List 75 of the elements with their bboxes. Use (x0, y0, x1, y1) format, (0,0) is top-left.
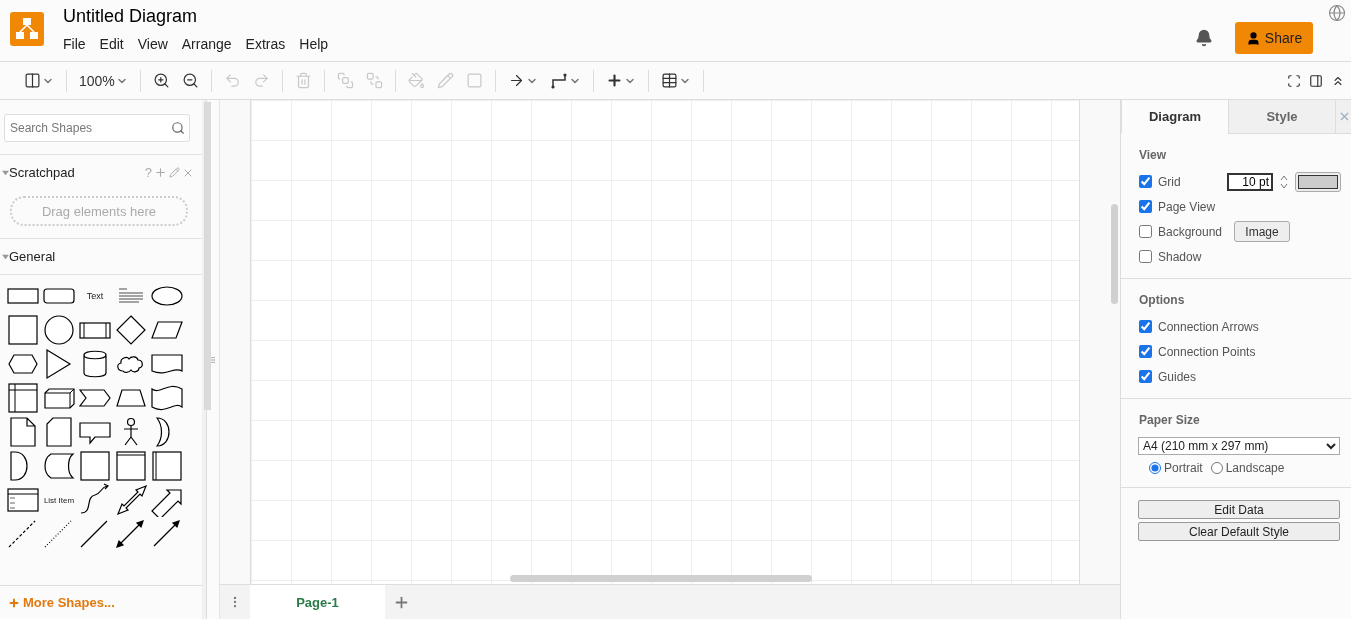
menu-item[interactable]: Arrange (181, 36, 232, 52)
image-button[interactable]: Image (1234, 221, 1290, 242)
section-title: View (1139, 148, 1168, 162)
internal-storage-shape[interactable] (5, 381, 41, 415)
radio-label: Portrait (1164, 461, 1203, 475)
panel-toggle-icon[interactable] (1309, 73, 1323, 88)
paper-size-select[interactable]: A4 (210 mm x 297 mm) (1138, 437, 1340, 455)
panel-tab[interactable]: Style (1228, 100, 1335, 134)
menu-item[interactable]: File (63, 36, 86, 52)
zoom-in-icon (152, 72, 170, 89)
scratchpad-header[interactable]: Scratchpad (9, 165, 75, 180)
list-item-shape[interactable]: List Item (43, 495, 75, 505)
option-label: Connection Points (1158, 344, 1256, 359)
section-title: Paper Size (1139, 413, 1201, 427)
option-label: Connection Arrows (1158, 319, 1259, 334)
square-icon (465, 72, 483, 89)
option-label: Page View (1158, 199, 1216, 214)
search-icon[interactable] (171, 121, 185, 135)
scrollbar-thumb[interactable] (510, 575, 812, 582)
option-label: Grid (1158, 174, 1181, 189)
panel-shape[interactable] (149, 449, 185, 483)
grid-color-button[interactable] (1295, 171, 1341, 192)
radio-button[interactable] (1210, 462, 1223, 474)
diagram-title[interactable]: Untitled Diagram (63, 6, 329, 27)
menu-item[interactable]: View (137, 36, 168, 52)
trash-icon (294, 72, 312, 89)
plus-icon (605, 72, 623, 89)
checkbox[interactable] (1139, 370, 1152, 383)
grid-size-field[interactable]: 10 pt (1227, 172, 1273, 191)
radio-label: Landscape (1225, 461, 1285, 475)
menu-item[interactable]: Extras (245, 36, 286, 52)
app-logo (10, 12, 44, 46)
scrollbar-thumb[interactable] (1111, 204, 1118, 304)
checkbox[interactable] (1139, 175, 1152, 188)
option-label: Background (1158, 224, 1223, 239)
radio-button[interactable] (1149, 462, 1161, 474)
to-back-icon (365, 72, 383, 89)
option-label: Shadow (1158, 249, 1202, 264)
page-tab[interactable]: Page-1 (250, 585, 385, 619)
bell-icon[interactable] (1195, 29, 1213, 47)
pencil-icon (436, 72, 454, 89)
plus-icon (8, 596, 20, 609)
checkbox[interactable] (1139, 320, 1152, 333)
panel-button[interactable]: Edit Data (1138, 500, 1340, 519)
share-button[interactable]: Share (1235, 22, 1313, 54)
search-field[interactable]: Search Shapes (4, 114, 190, 142)
checkbox[interactable] (1139, 250, 1152, 263)
square-shape[interactable] (5, 313, 41, 347)
checkbox[interactable] (1139, 345, 1152, 358)
scrollbar-thumb[interactable] (204, 102, 211, 410)
to-front-icon (336, 72, 354, 89)
panel-layout-icon (24, 72, 41, 89)
zoom-out-icon (181, 72, 199, 89)
square-shape[interactable] (77, 449, 113, 483)
zoom-dropdown[interactable]: 100% (75, 72, 132, 89)
option-label: Guides (1158, 369, 1197, 384)
menu-item[interactable]: Edit (99, 36, 124, 52)
container-shape[interactable] (113, 449, 149, 483)
table-icon (660, 72, 678, 89)
undo-icon (223, 72, 241, 89)
menu-item[interactable]: Help (299, 36, 329, 52)
text-shape[interactable]: Text (86, 291, 104, 301)
paint-bucket-icon (407, 72, 425, 89)
connector-icon (549, 71, 568, 90)
section-title: Options (1139, 293, 1186, 307)
circle-shape[interactable] (41, 313, 77, 347)
panel-button[interactable]: Clear Default Style (1138, 522, 1340, 541)
general-header[interactable]: General (9, 249, 56, 264)
globe-icon[interactable] (1328, 4, 1346, 22)
fullscreen-icon[interactable] (1287, 73, 1301, 88)
redo-icon (252, 72, 270, 89)
checkbox[interactable] (1139, 200, 1152, 213)
splitter-handle-icon[interactable] (209, 355, 217, 364)
checkbox[interactable] (1139, 225, 1152, 238)
user-icon (1245, 30, 1261, 46)
